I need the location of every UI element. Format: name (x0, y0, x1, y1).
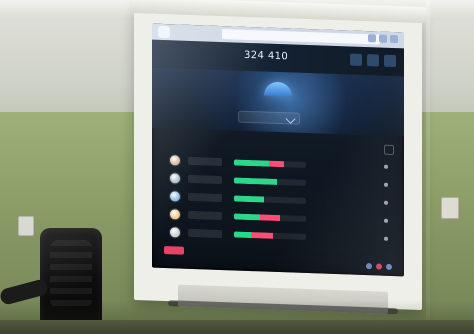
score-bar-red (259, 214, 281, 222)
wall-cable (426, 0, 430, 334)
row-more-icon[interactable] (384, 236, 388, 241)
leaderboard-table (162, 136, 394, 268)
score-bar-green (234, 195, 265, 203)
tray-icon[interactable] (376, 263, 382, 270)
row-more-icon[interactable] (384, 200, 388, 205)
row-more-icon[interactable] (384, 182, 388, 187)
score-bar-green (234, 159, 269, 167)
avatar-icon (170, 209, 180, 220)
wall-socket (18, 216, 34, 236)
avatar-icon (170, 173, 180, 184)
score-bar (234, 231, 306, 240)
score-bar (234, 213, 306, 222)
row-more-icon[interactable] (384, 164, 388, 169)
player-name (188, 192, 222, 203)
header-action-2[interactable] (367, 54, 379, 67)
projected-display: 324 410 (152, 23, 404, 277)
toggle-icon[interactable] (384, 144, 394, 156)
browser-icons (368, 34, 398, 45)
filter-select[interactable] (238, 110, 300, 125)
projection-screen: 324 410 (130, 0, 426, 314)
menu-icon[interactable] (390, 34, 398, 44)
extension-icon[interactable] (368, 34, 376, 43)
score-bar-green (234, 177, 278, 185)
wall-switch-box (441, 197, 459, 219)
table-rows (162, 152, 394, 268)
player-name (188, 174, 222, 185)
floor-shadow (0, 300, 474, 334)
chevron-down-icon (285, 113, 296, 124)
tray-icon[interactable] (366, 263, 372, 270)
avatar-icon (170, 227, 180, 238)
header-actions (350, 53, 396, 68)
score-bar (234, 159, 306, 168)
browser-tab[interactable] (158, 25, 170, 39)
player-name (188, 228, 222, 239)
row-more-icon[interactable] (384, 218, 388, 223)
header-price: 324 410 (244, 49, 289, 63)
avatar-icon (170, 155, 180, 166)
score-bar-red (268, 160, 285, 168)
score-bar-green (234, 231, 252, 239)
player-name (188, 156, 222, 167)
avatar-icon (170, 191, 180, 202)
header-action-1[interactable] (350, 53, 362, 66)
tray-icon[interactable] (386, 263, 392, 270)
profile-icon[interactable] (379, 34, 387, 43)
taskbar-tray (366, 263, 396, 270)
score-bar (234, 177, 306, 186)
score-bar (234, 195, 306, 204)
primary-action-button[interactable] (164, 246, 184, 255)
gauge-icon (264, 81, 292, 97)
photo-scene: 324 410 (0, 0, 474, 334)
header-action-3[interactable] (384, 54, 396, 68)
score-bar-green (234, 213, 260, 221)
player-name (188, 210, 222, 221)
score-bar-red (251, 232, 273, 239)
hero-banner (152, 67, 404, 137)
